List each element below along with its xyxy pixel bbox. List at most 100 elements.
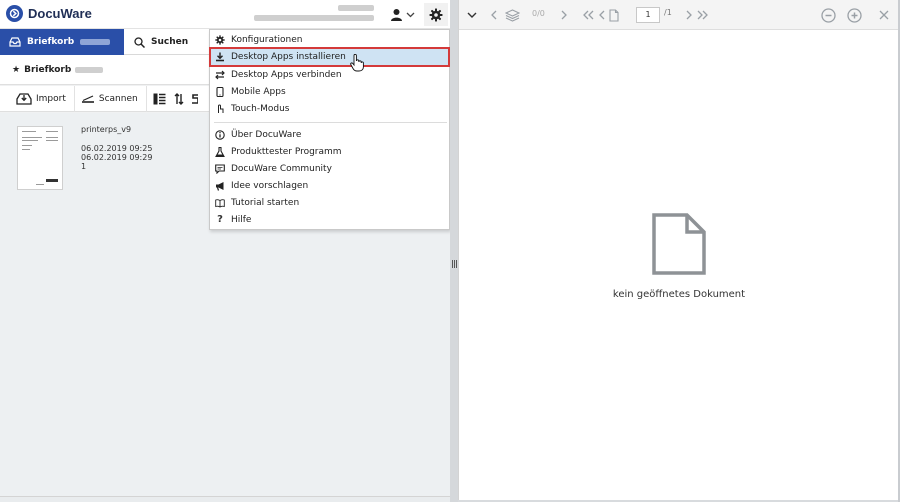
zoom-out-icon	[820, 7, 836, 23]
user-menu-button[interactable]	[386, 6, 418, 23]
chevron-down-icon	[406, 12, 414, 17]
user-icon	[390, 9, 402, 21]
top-bar: DocuWare	[0, 0, 450, 29]
gear-icon	[429, 8, 443, 21]
toggle-view-button[interactable]	[153, 86, 174, 112]
menu-item-touch-modus[interactable]: Touch-Modus	[210, 100, 449, 117]
empty-viewer-state: kein geöffnetes Dokument	[459, 212, 899, 300]
sort-button[interactable]	[174, 86, 192, 112]
menu-item-label: Idee vorschlagen	[231, 180, 309, 191]
document-pages: 1	[81, 162, 87, 171]
user-info	[222, 3, 374, 23]
list-view-icon	[153, 93, 166, 104]
tray-owner	[75, 66, 104, 73]
document-thumbnail	[17, 126, 63, 190]
info-icon	[215, 129, 225, 140]
menu-item-ueber-docuware[interactable]: Über DocuWare	[210, 126, 449, 143]
chevron-right-icon	[561, 10, 567, 20]
tab-suchen-label: Suchen	[151, 37, 189, 47]
toolbar-divider	[73, 85, 75, 112]
chat-icon	[215, 163, 225, 174]
import-label: Import	[36, 93, 66, 104]
previous-page-button[interactable]	[598, 6, 606, 24]
hand-cursor-icon	[350, 54, 364, 72]
document-created: 06.02.2019 09:25	[81, 144, 153, 153]
menu-item-label: Mobile Apps	[231, 86, 286, 97]
flask-icon	[215, 146, 225, 157]
menu-item-label: Desktop Apps installieren	[231, 52, 346, 62]
scan-button[interactable]: Scannen	[81, 86, 146, 112]
menu-item-docuware-community[interactable]: DocuWare Community	[210, 160, 449, 177]
page-icon	[609, 8, 619, 22]
empty-document-icon	[652, 213, 706, 275]
first-page-button[interactable]	[581, 6, 597, 24]
menu-item-tutorial-starten[interactable]: Tutorial starten	[210, 194, 449, 211]
previous-document-button[interactable]	[489, 6, 499, 24]
splitter-grip[interactable]	[451, 260, 457, 268]
user-org	[222, 13, 374, 23]
menu-item-produkttester-programm[interactable]: Produkttester Programm	[210, 143, 449, 160]
menu-item-mobile-apps[interactable]: Mobile Apps	[210, 83, 449, 100]
menu-item-label: Produkttester Programm	[231, 146, 342, 157]
zoom-out-button[interactable]	[819, 6, 837, 24]
scan-label: Scannen	[98, 93, 138, 104]
chevron-right-icon	[686, 10, 692, 20]
import-icon	[16, 92, 32, 105]
menu-item-hilfe[interactable]: ? Hilfe	[210, 211, 449, 228]
chevron-down-icon	[467, 12, 477, 18]
tab-briefkorb-owner	[80, 39, 111, 45]
settings-menu: Konfigurationen Desktop Apps installiere…	[209, 29, 450, 230]
double-chevron-left-icon	[583, 10, 594, 20]
docuware-logo-mark	[6, 5, 23, 22]
tab-suchen[interactable]: Suchen	[124, 29, 196, 55]
pane-splitter[interactable]	[450, 0, 458, 502]
document-modified: 06.02.2019 09:29	[81, 153, 153, 162]
settings-button[interactable]	[424, 3, 448, 26]
zoom-in-button[interactable]	[845, 6, 863, 24]
list-item[interactable]: printerps_v9 06.02.2019 09:25 06.02.2019…	[14, 122, 204, 192]
scanner-icon	[81, 95, 94, 103]
viewer-toolbar: 0/0 1 /1	[459, 0, 899, 30]
close-viewer-button[interactable]	[877, 6, 891, 24]
viewer-collapse-button[interactable]	[465, 6, 479, 24]
menu-item-label: DocuWare Community	[231, 163, 332, 174]
document-meta: printerps_v9 06.02.2019 09:25 06.02.2019…	[81, 125, 152, 171]
toolbar-divider	[145, 85, 147, 112]
inbox-icon	[9, 37, 21, 47]
import-button[interactable]: Import	[16, 86, 74, 112]
empty-viewer-message: kein geöffnetes Dokument	[612, 289, 746, 300]
menu-item-desktop-apps-installieren[interactable]: Desktop Apps installieren	[209, 47, 450, 67]
menu-item-idee-vorschlagen[interactable]: Idee vorschlagen	[210, 177, 449, 194]
link-arrows-icon	[215, 70, 225, 80]
menu-item-label: Tutorial starten	[231, 197, 300, 208]
docuware-logo[interactable]: DocuWare	[6, 5, 92, 22]
star-icon[interactable]: ★	[12, 65, 20, 75]
document-counter: 0/0	[532, 9, 545, 18]
search-icon	[134, 36, 145, 48]
document-stack-button[interactable]	[503, 6, 521, 24]
stack-button[interactable]	[191, 86, 206, 112]
next-page-button[interactable]	[685, 6, 693, 24]
menu-item-desktop-apps-verbinden[interactable]: Desktop Apps verbinden	[210, 66, 449, 83]
chevron-left-icon	[599, 10, 605, 20]
zoom-in-icon	[846, 7, 862, 23]
document-title: printerps_v9	[81, 125, 132, 134]
book-icon	[215, 198, 225, 208]
last-page-button[interactable]	[695, 6, 709, 24]
tab-briefkorb[interactable]: Briefkorb	[0, 29, 124, 55]
next-document-button[interactable]	[559, 6, 569, 24]
phone-icon	[215, 86, 225, 97]
download-icon	[215, 52, 225, 62]
gear-icon	[215, 34, 225, 45]
menu-item-label: Über DocuWare	[231, 129, 302, 140]
menu-divider	[214, 122, 447, 123]
chevron-left-icon	[491, 10, 497, 20]
stack-icon	[191, 93, 198, 104]
page-view-button[interactable]	[608, 6, 620, 24]
menu-item-konfigurationen[interactable]: Konfigurationen	[210, 31, 449, 48]
page-number-input[interactable]: 1	[636, 7, 660, 23]
document-viewer: 0/0 1 /1 kein geöffnetes Dokument	[458, 0, 899, 500]
app-name: DocuWare	[28, 6, 92, 21]
page-total: /1	[664, 8, 672, 17]
user-name	[222, 3, 374, 13]
